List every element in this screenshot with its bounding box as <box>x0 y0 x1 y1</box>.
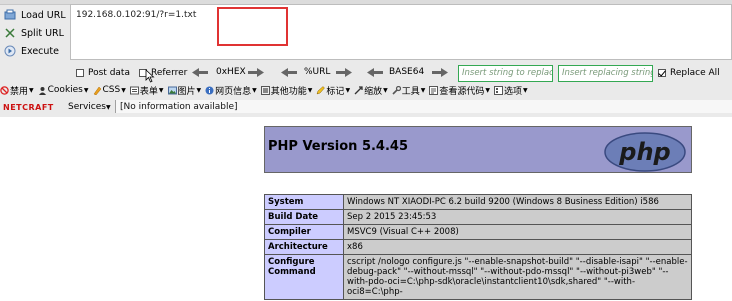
menu-css-label: CSS <box>102 85 121 95</box>
tools-icon <box>392 85 401 95</box>
netcraft-toolbar: NETCRAFT Services▼ [No information avail… <box>0 99 732 115</box>
menu-resize-label: 缩放 <box>364 86 383 97</box>
url-encode-arrow-icon[interactable] <box>336 68 352 77</box>
load-url-icon <box>4 9 16 21</box>
post-data-label: Post data <box>88 68 130 78</box>
replace-all-checkbox[interactable] <box>658 69 666 77</box>
url-textarea[interactable]: 192.168.0.102:91/?r=1.txt <box>70 4 732 60</box>
replace-string-input[interactable]: Insert replacing string <box>558 65 653 82</box>
split-url-icon <box>4 27 16 39</box>
netcraft-logo-text: NETCRAFT <box>3 102 54 112</box>
services-label: Services <box>68 102 106 112</box>
replace-string-placeholder: Insert replacing string <box>562 68 653 78</box>
table-row: Compiler MSVC9 (Visual C++ 2008) <box>264 224 692 240</box>
base64-encode-arrow-icon[interactable] <box>432 68 448 77</box>
table-value-cell: x86 <box>343 239 692 255</box>
table-value-cell: Sep 2 2015 23:45:53 <box>343 209 692 225</box>
table-row: Build Date Sep 2 2015 23:45:53 <box>264 209 692 225</box>
netcraft-logo[interactable]: NETCRAFT <box>3 102 54 113</box>
highlight-annotation-box <box>217 7 288 46</box>
hex-label: 0xHEX <box>216 67 246 77</box>
mouse-cursor-icon <box>145 69 155 83</box>
table-key-cell: System <box>264 194 344 210</box>
base64-decode-arrow-icon[interactable] <box>367 68 383 77</box>
execute-label: Execute <box>21 45 59 57</box>
url-encoding-label: %URL <box>304 67 331 77</box>
post-data-option[interactable]: Post data <box>76 68 130 78</box>
split-url-button[interactable]: Split URL <box>0 25 64 41</box>
table-row: System Windows NT XIAODI-PC 6.2 build 92… <box>264 194 692 210</box>
table-row: Architecture x86 <box>264 239 692 255</box>
services-menu[interactable]: Services▼ <box>68 102 111 112</box>
find-string-placeholder: Insert string to replace <box>462 68 553 78</box>
load-url-button[interactable]: Load URL <box>0 7 66 23</box>
info-icon <box>205 86 214 94</box>
options-icon <box>493 85 503 95</box>
form-icon <box>129 86 139 94</box>
table-key-cell: Compiler <box>264 224 344 240</box>
url-text: 192.168.0.102:91/?r=1.txt <box>76 10 197 20</box>
netcraft-info-field: [No information available] <box>115 100 732 113</box>
execute-icon <box>4 45 16 57</box>
hackbar-panel: Load URL Split URL Execute 192.168.0.102… <box>0 0 732 117</box>
menu-options[interactable]: 选项 ▼ <box>493 84 528 97</box>
menu-cookies-label: Cookies <box>47 85 83 95</box>
load-url-label: Load URL <box>21 9 66 21</box>
misc-icon <box>260 85 270 95</box>
menu-forms-label: 表单 <box>139 86 158 97</box>
menu-disable[interactable]: 禁用 ▼ <box>0 84 34 97</box>
menu-page-info-label: 网页信息 <box>215 86 252 97</box>
disable-icon <box>0 85 9 95</box>
menu-view-source-label: 查看源代码 <box>439 86 485 97</box>
netcraft-info-text: [No information available] <box>120 101 238 112</box>
menu-resize[interactable]: 缩放 ▼ <box>354 84 388 97</box>
web-developer-toolbar: 禁用 ▼ Cookies ▼ CSS ▼ 表单 ▼ 图片 ▼ 网页信息 ▼ 其他功能 ▼ 标 <box>0 83 732 97</box>
post-data-checkbox[interactable] <box>76 69 84 77</box>
php-logo: php <box>604 132 686 172</box>
split-url-label: Split URL <box>21 27 64 39</box>
menu-forms[interactable]: 表单 ▼ <box>129 84 164 97</box>
menu-images-label: 图片 <box>177 86 196 97</box>
menu-images[interactable]: 图片 ▼ <box>167 84 201 97</box>
phpinfo-table: System Windows NT XIAODI-PC 6.2 build 92… <box>264 194 692 300</box>
menu-view-source[interactable]: 查看源代码 ▼ <box>429 84 490 97</box>
hex-encode-arrow-icon[interactable] <box>248 68 264 77</box>
table-key-cell: Configure Command <box>264 254 344 300</box>
execute-button[interactable]: Execute <box>0 43 59 59</box>
menu-disable-label: 禁用 <box>10 86 29 97</box>
menu-options-label: 选项 <box>503 86 522 97</box>
table-key-cell: Build Date <box>264 209 344 225</box>
menu-misc-label: 其他功能 <box>270 86 307 97</box>
image-icon <box>167 86 177 94</box>
hex-decode-arrow-icon[interactable] <box>192 68 208 77</box>
zoom-icon <box>354 85 363 94</box>
replace-all-label: Replace All <box>670 68 720 78</box>
source-icon <box>429 85 439 95</box>
menu-tools-label: 工具 <box>401 86 420 97</box>
menu-page-info[interactable]: 网页信息 ▼ <box>205 84 257 97</box>
table-value-cell: Windows NT XIAODI-PC 6.2 build 9200 (Win… <box>343 194 692 210</box>
marker-icon <box>317 85 326 94</box>
referrer-label: Referrer <box>151 68 188 78</box>
menu-tools[interactable]: 工具 ▼ <box>392 84 425 97</box>
base64-label: BASE64 <box>389 67 425 77</box>
menu-outline-label: 标记 <box>326 86 345 97</box>
menu-cookies[interactable]: Cookies ▼ <box>38 85 89 95</box>
menu-outline[interactable]: 标记 ▼ <box>316 84 350 97</box>
css-icon <box>93 86 101 95</box>
menu-css[interactable]: CSS ▼ <box>93 85 126 95</box>
cookie-icon <box>38 86 46 95</box>
find-string-input[interactable]: Insert string to replace <box>458 65 553 82</box>
table-value-cell: MSVC9 (Visual C++ 2008) <box>343 224 692 240</box>
hackbar-options-row: Post data Referrer 0xHEX %URL BASE64 Ins… <box>0 63 732 83</box>
table-row: Configure Command cscript /nologo config… <box>264 254 692 300</box>
php-version-title: PHP Version 5.4.45 <box>268 139 409 154</box>
menu-misc[interactable]: 其他功能 ▼ <box>260 84 312 97</box>
replace-all-option[interactable]: Replace All <box>658 68 720 78</box>
url-decode-arrow-icon[interactable] <box>281 68 297 77</box>
php-logo-text: php <box>618 138 670 166</box>
table-value-cell: cscript /nologo configure.js "--enable-s… <box>343 254 692 300</box>
table-key-cell: Architecture <box>264 239 344 255</box>
